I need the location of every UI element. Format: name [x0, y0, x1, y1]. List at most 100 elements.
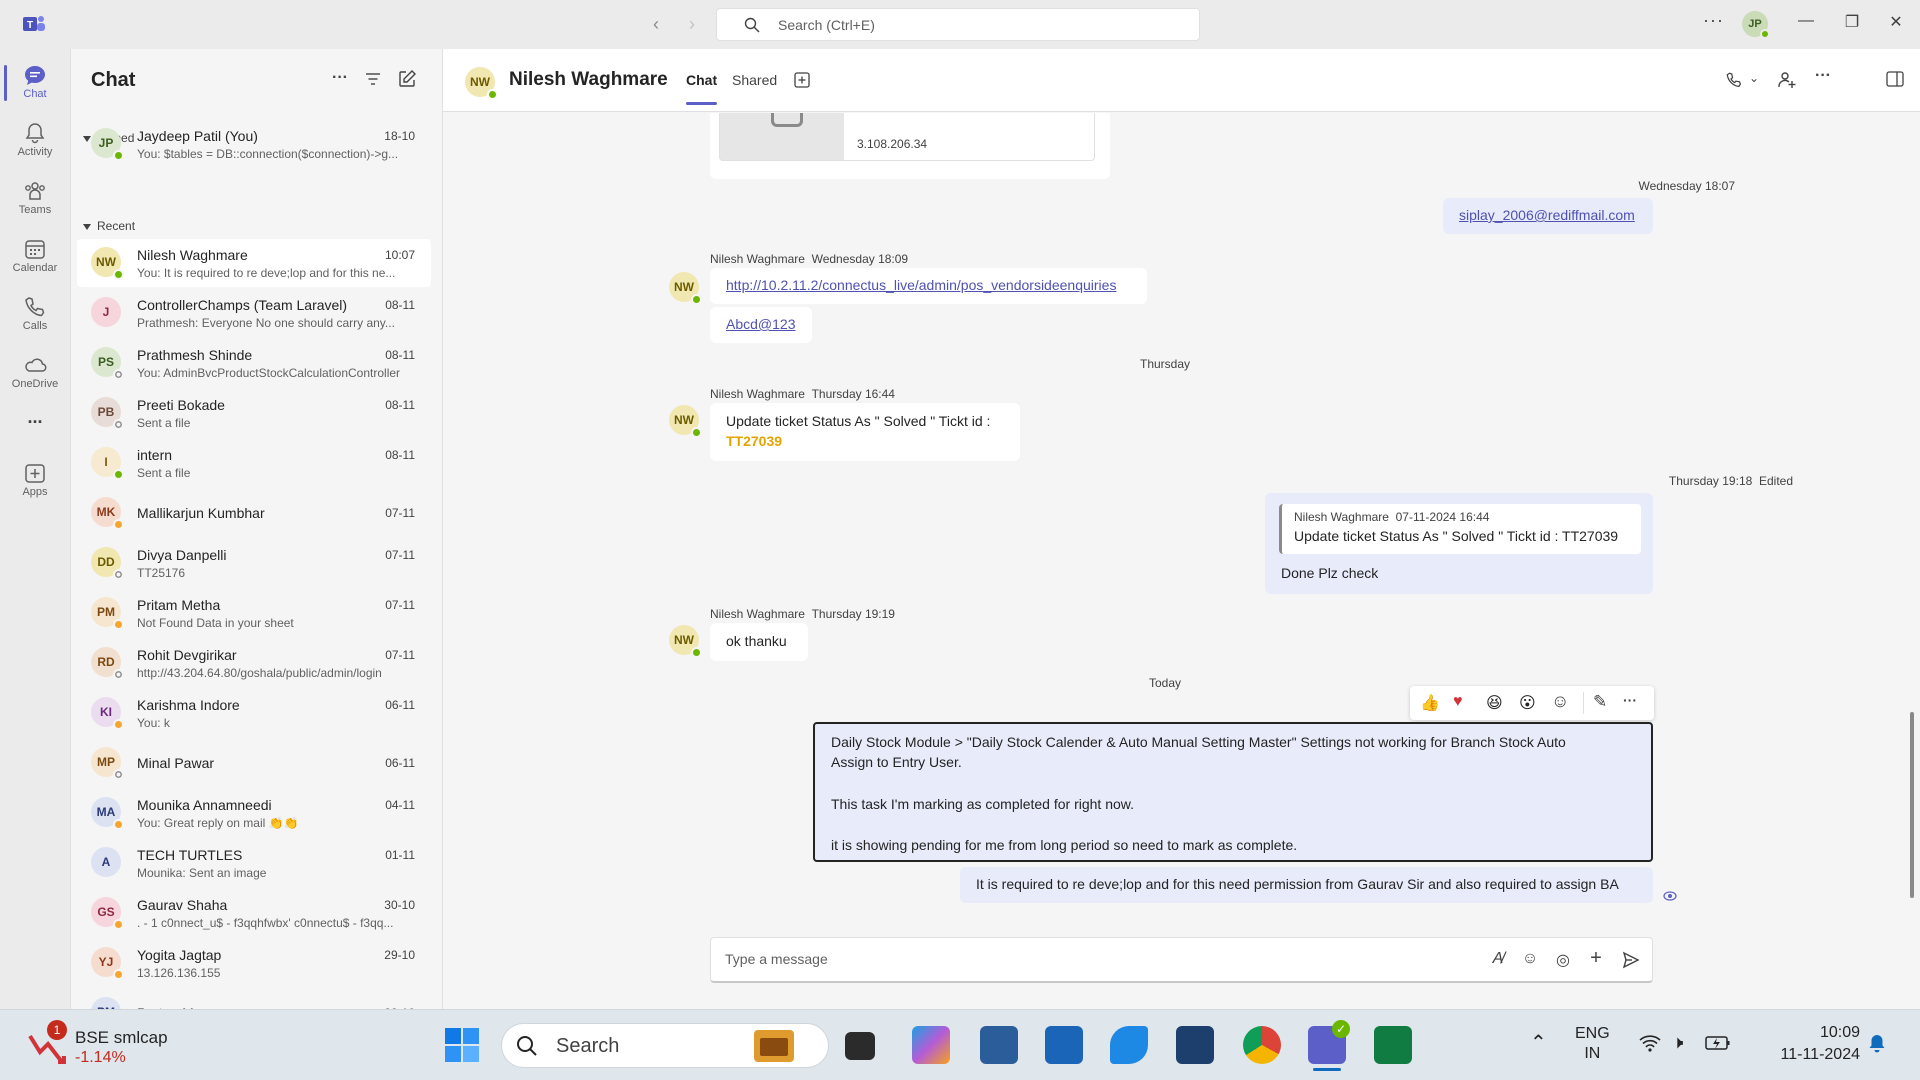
new-chat-icon[interactable] — [397, 69, 417, 89]
scrollbar-thumb[interactable] — [1910, 712, 1914, 898]
add-people-icon[interactable] — [1777, 70, 1797, 90]
sender-avatar[interactable]: NW — [669, 272, 702, 305]
chat-list-item[interactable]: PB Preeti Bokade 08-11 Sent a file — [77, 389, 431, 437]
incoming-message[interactable]: http://10.2.11.2/connectus_live/admin/po… — [710, 268, 1147, 304]
stock-widget[interactable]: 1 BSE smlcap -1.14% — [28, 1020, 178, 1070]
tab-shared[interactable]: Shared — [732, 72, 777, 88]
rail-item-activity[interactable]: Activity — [0, 113, 70, 171]
call-icon[interactable] — [1725, 71, 1743, 89]
send-icon[interactable] — [1621, 951, 1641, 969]
surprised-icon[interactable]: 😮 — [1519, 693, 1536, 713]
format-icon[interactable]: A̸ — [1488, 950, 1508, 968]
incoming-message[interactable]: ok thanku — [710, 623, 808, 661]
message-composer[interactable]: Type a message A̸ ☺ ◎ + — [710, 937, 1653, 983]
teams-taskbar-icon[interactable]: ✓ — [1308, 1020, 1350, 1064]
chat-list-item[interactable]: DD Divya Danpelli 07-11 TT25176 — [77, 539, 431, 587]
chrome-icon[interactable] — [1243, 1026, 1281, 1064]
chat-list-item[interactable]: JP Jaydeep Patil (You) 18-10 You: $tables =… — [77, 120, 431, 168]
settings-more-icon[interactable]: ··· — [1703, 10, 1724, 31]
task-view-icon[interactable] — [845, 1032, 875, 1060]
wifi-icon[interactable] — [1639, 1034, 1661, 1052]
recent-section-header[interactable]: Recent — [83, 219, 135, 233]
tab-chat[interactable]: Chat — [686, 72, 718, 105]
url-link[interactable]: http://10.2.11.2/connectus_live/admin/po… — [726, 277, 1116, 293]
profile-avatar[interactable]: JP — [1742, 11, 1770, 39]
outgoing-message-selected[interactable]: Daily Stock Module > "Daily Stock Calend… — [813, 722, 1653, 862]
forward-arrow-icon[interactable]: › — [689, 14, 695, 35]
close-icon[interactable]: ✕ — [1884, 12, 1908, 32]
file-card-message[interactable]: 3.108.206.34 — [710, 113, 1110, 179]
email-link[interactable]: siplay_2006@rediffmail.com — [1459, 207, 1635, 223]
rail-item-teams[interactable]: Teams — [0, 171, 70, 229]
back-arrow-icon[interactable]: ‹ — [653, 14, 659, 35]
rail-item-onedrive[interactable]: OneDrive — [0, 345, 70, 403]
chat-list-title: Chat — [91, 69, 136, 91]
volume-icon[interactable]: 🕨 — [1672, 1032, 1683, 1053]
windows-start-icon[interactable] — [444, 1027, 480, 1063]
thumbs-up-icon[interactable]: 👍 — [1420, 693, 1440, 713]
edit-icon[interactable]: ✎ — [1593, 692, 1607, 712]
chat-list-item[interactable]: RD Rohit Devgirikar 07-11 http://43.204.64.… — [77, 639, 431, 687]
sender-initials: NW — [674, 633, 694, 647]
chat-list-item[interactable]: PS Prathmesh Shinde 08-11 You: AdminBvcProd… — [77, 339, 431, 387]
battery-icon[interactable] — [1705, 1035, 1731, 1051]
defender-icon[interactable] — [1045, 1026, 1083, 1064]
taskbar-search[interactable]: Search — [501, 1023, 829, 1068]
minimize-icon[interactable]: — — [1794, 12, 1818, 30]
show-hidden-icons[interactable]: ⌃ — [1530, 1030, 1547, 1055]
contact-avatar[interactable]: NW — [465, 67, 498, 100]
chat-list-item[interactable]: GS Gaurav Shaha 30-10 . - 1 c0nnect_u$ - f3… — [77, 889, 431, 937]
conversation-header: NW Nilesh Waghmare Chat Shared ⌄ ··· — [443, 49, 1920, 112]
more-options-icon[interactable]: ··· — [1623, 692, 1637, 708]
add-tab-icon[interactable] — [793, 71, 811, 89]
chat-list-item[interactable]: A TECH TURTLES 01-11 Mounika: Sent an image — [77, 839, 431, 887]
emoji-icon[interactable]: ☺ — [1520, 950, 1540, 968]
chat-preview: . - 1 c0nnect_u$ - f3qqhfwbx' c0nnectu$ … — [137, 916, 394, 930]
contact-name[interactable]: Nilesh Waghmare — [509, 69, 668, 91]
search-placeholder: Search (Ctrl+E) — [778, 17, 875, 33]
chat-list-item[interactable]: PMPratap Mane28-10 — [77, 989, 431, 1009]
quoted-reply[interactable]: Nilesh Waghmare 07-11-2024 16:44 Update … — [1279, 504, 1641, 554]
sql-app-icon[interactable] — [1176, 1026, 1214, 1064]
rail-item-calendar[interactable]: Calendar — [0, 229, 70, 287]
language-indicator[interactable]: ENG IN — [1575, 1024, 1610, 1064]
copilot-icon[interactable] — [912, 1026, 950, 1064]
rail-item-calls[interactable]: Calls — [0, 287, 70, 345]
more-reactions-icon[interactable]: ☺ — [1551, 691, 1569, 712]
chat-list-item[interactable]: Iintern 08-11 Sent a file — [77, 439, 431, 487]
chat-list-item[interactable]: NW Nilesh Waghmare 10:07 You: It is require… — [77, 239, 431, 287]
system-clock[interactable]: 10:09 11-11-2024 — [1760, 1022, 1860, 1066]
rail-item-apps[interactable]: Apps — [0, 453, 70, 511]
incoming-message[interactable]: Abcd@123 — [710, 307, 812, 343]
more-options-icon[interactable]: ··· — [330, 69, 350, 89]
notification-bell-icon[interactable] — [1867, 1033, 1887, 1055]
search-box[interactable]: Search (Ctrl+E) — [716, 8, 1200, 41]
rail-item-chat[interactable]: Chat — [0, 55, 70, 113]
attach-plus-icon[interactable]: + — [1586, 947, 1606, 970]
chevron-down-icon[interactable]: ⌄ — [1749, 71, 1759, 85]
dolphin-app-icon[interactable] — [1110, 1026, 1148, 1064]
restore-icon[interactable]: ❐ — [1840, 12, 1864, 32]
laugh-icon[interactable]: 😆 — [1486, 693, 1503, 713]
chat-list-item[interactable]: KI Karishma Indore 06-11 You: k — [77, 689, 431, 737]
outgoing-message[interactable]: Nilesh Waghmare 07-11-2024 16:44 Update … — [1265, 493, 1653, 594]
filter-icon[interactable] — [363, 69, 383, 89]
more-actions-icon[interactable]: ··· — [1815, 67, 1831, 85]
chat-list-item[interactable]: J ControllerChamps (Team Laravel) 08-11 Pra… — [77, 289, 431, 337]
download-app-icon[interactable] — [1374, 1026, 1412, 1064]
outgoing-message[interactable]: It is required to re deve;lop and for th… — [960, 867, 1653, 903]
remote-desktop-icon[interactable] — [980, 1026, 1018, 1064]
chat-list-item[interactable]: PM Pritam Metha 07-11 Not Found Data in you… — [77, 589, 431, 637]
chat-list-item[interactable]: MK Mallikarjun Kumbhar 07-11 — [77, 489, 431, 537]
side-panel-icon[interactable] — [1886, 71, 1904, 87]
outgoing-message[interactable]: siplay_2006@rediffmail.com — [1443, 198, 1653, 234]
incoming-message[interactable]: Update ticket Status As " Solved " Tickt… — [710, 403, 1020, 461]
chat-list-item[interactable]: YJ Yogita Jagtap 29-10 13.126.136.155 — [77, 939, 431, 987]
sender-avatar[interactable]: NW — [669, 625, 702, 658]
profile-initials: JP — [1748, 18, 1762, 30]
sender-avatar[interactable]: NW — [669, 405, 702, 438]
chat-list-item[interactable]: MP Minal Pawar 06-11 — [77, 739, 431, 787]
heart-icon[interactable]: ♥ — [1453, 693, 1463, 711]
loop-icon[interactable]: ◎ — [1553, 950, 1573, 970]
chat-list-item[interactable]: MA Mounika Annamneedi 04-11 You: Great repl… — [77, 789, 431, 837]
